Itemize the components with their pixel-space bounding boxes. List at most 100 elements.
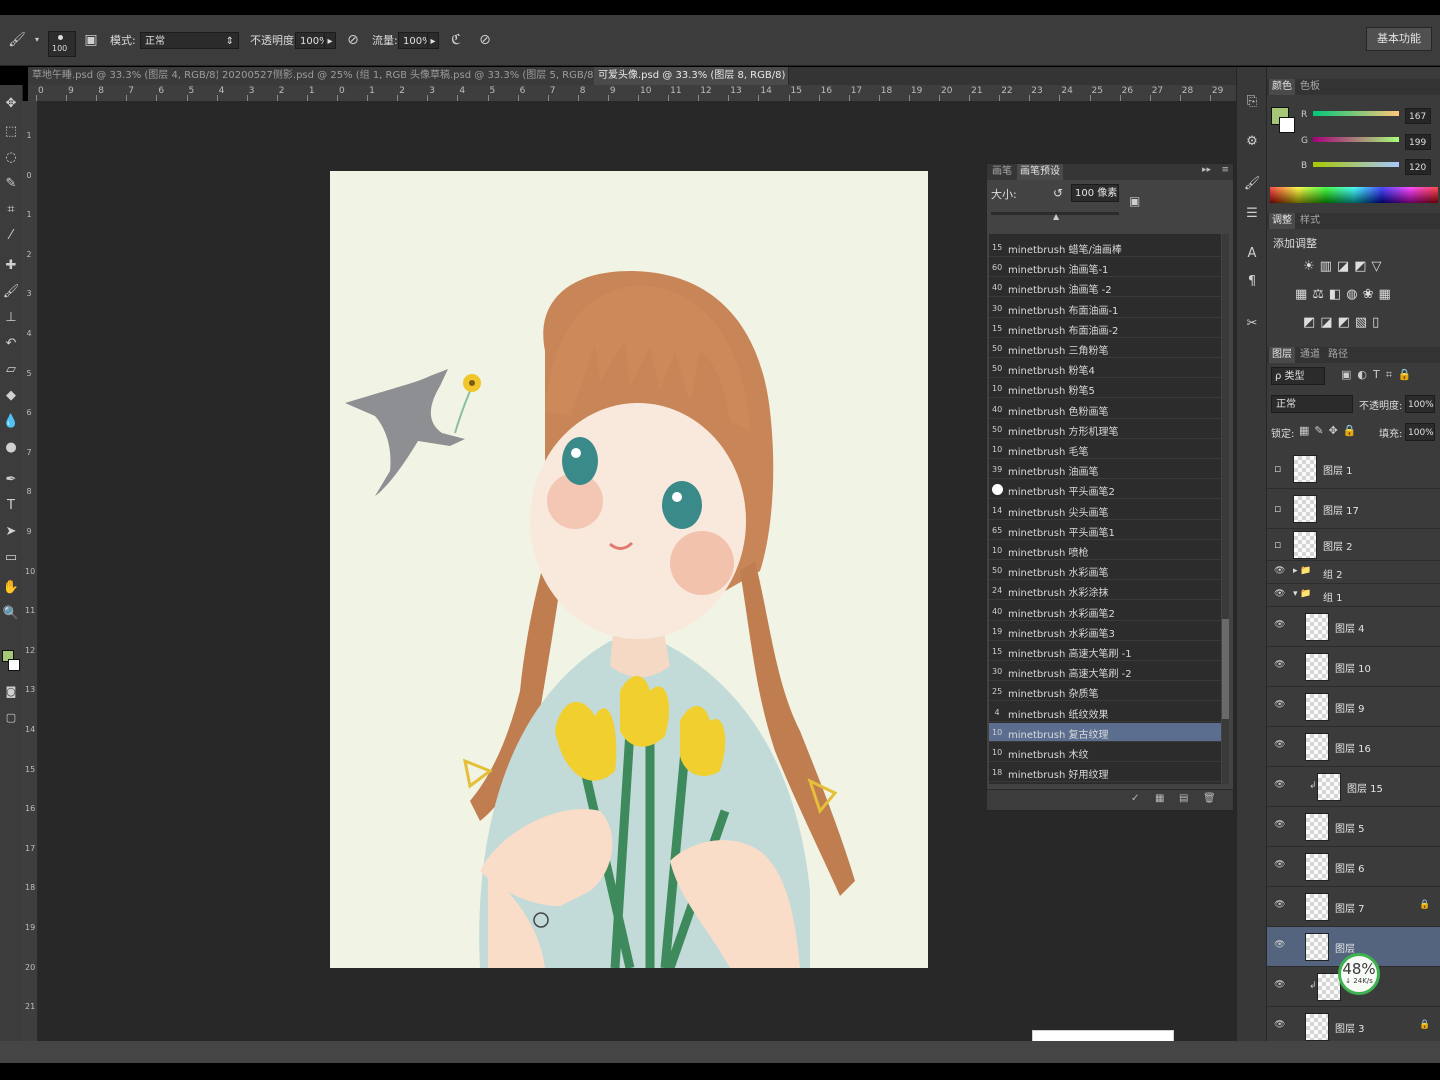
opacity-dropdown[interactable]: ▸	[324, 32, 336, 49]
tab-document-1[interactable]: 草地午睡.psd @ 33.3% (图层 4, RGB/8) * ×	[28, 67, 223, 85]
layer-group-row[interactable]: 👁 ▾ 📁 组 1	[1267, 584, 1440, 607]
tab-brush-presets[interactable]: 画笔预设	[1017, 164, 1063, 180]
pressure-size-icon[interactable]: ⊘	[476, 31, 494, 49]
move-tool-icon[interactable]: ✥	[1, 93, 21, 115]
layer-row[interactable]: 👁 图层 6	[1267, 847, 1440, 887]
screen-mode-icon[interactable]: ▢	[1, 707, 21, 729]
pressure-opacity-icon[interactable]: ⊘	[344, 31, 362, 49]
layer-row[interactable]: 👁 图层 9	[1267, 687, 1440, 727]
brush-preset-item[interactable]: 40 minetbrush 色粉画笔	[989, 400, 1221, 419]
g-slider[interactable]	[1313, 137, 1399, 142]
character-panel-icon[interactable]: A	[1243, 245, 1261, 263]
chevron-down-icon[interactable]: ▾	[28, 31, 46, 49]
path-select-icon[interactable]: ➤	[1, 521, 21, 543]
brush-preset-item[interactable]: 15 minetbrush 布面油画-2	[989, 319, 1221, 338]
brush-preset-item[interactable]: 18 minetbrush 好用纹理	[989, 763, 1221, 783]
layer-row[interactable]: 👁 图层 3 🔒	[1267, 1007, 1440, 1042]
layer-row[interactable]: 👁 图层 4	[1267, 607, 1440, 647]
trash-icon[interactable]: 🗑	[1203, 793, 1216, 804]
eye-icon[interactable]: 👁	[1274, 660, 1285, 670]
pen-tool-icon[interactable]: ✒	[1, 469, 21, 491]
brush-size-picker[interactable]: 100	[48, 31, 76, 57]
type-tool-icon[interactable]: T	[1, 495, 21, 517]
visibility-off-icon[interactable]: ▫	[1274, 462, 1281, 475]
brush-preset-item[interactable]: 15 minetbrush 高速大笔刷 -1	[989, 642, 1221, 661]
brush-preset-item[interactable]: 39 minetbrush 油画笔	[989, 460, 1221, 480]
grid-view-icon[interactable]: ▦	[1155, 793, 1164, 804]
eye-icon[interactable]: 👁	[1274, 900, 1285, 910]
layer-row[interactable]: 👁 图层 10	[1267, 647, 1440, 687]
reset-size-icon[interactable]: ↺	[1053, 186, 1063, 200]
marquee-tool-icon[interactable]: ⬚	[1, 121, 21, 143]
brush-tool-icon[interactable]: 🖌	[8, 31, 26, 49]
eye-icon[interactable]: 👁	[1274, 1020, 1285, 1030]
layer-opacity-field[interactable]: 100%	[1405, 395, 1435, 413]
artboard[interactable]	[330, 171, 928, 968]
brush-preset-item[interactable]: 30 minetbrush 布面油画-1	[989, 299, 1221, 318]
brush-preset-item[interactable]: 4 minetbrush 纸纹效果	[989, 703, 1221, 722]
brush-icon[interactable]: 🖌	[1, 281, 21, 303]
color-panel-background[interactable]	[1279, 117, 1295, 133]
tab-document-2[interactable]: 20200527侧影.psd @ 25% (组 1, RGB/8) ×	[218, 67, 407, 85]
b-slider[interactable]	[1313, 162, 1399, 167]
brush-toggle-icon[interactable]: ✓	[1131, 793, 1139, 804]
eye-icon[interactable]: 👁	[1274, 940, 1285, 950]
new-preset-icon[interactable]: ▤	[1179, 793, 1188, 804]
brush-settings-icon[interactable]: ▣	[1129, 194, 1140, 208]
brush-preset-item[interactable]: 50 minetbrush 粉笔4	[989, 359, 1221, 379]
brush-preset-item[interactable]: 50 minetbrush 三角粉笔	[989, 339, 1221, 358]
brush-preset-item[interactable]: 60 minetbrush 油画笔-1	[989, 258, 1221, 278]
panel-menu-icon[interactable]: ≡	[1221, 165, 1229, 175]
stamp-icon[interactable]: ⊥	[1, 307, 21, 329]
size-slider[interactable]: ▲	[991, 212, 1119, 221]
brush-preset-item[interactable]: 65 minetbrush 平头画笔1	[989, 521, 1221, 540]
airbrush-icon[interactable]: ℭ	[447, 31, 465, 49]
layer-row[interactable]: 👁 ↲ 图层 15	[1267, 767, 1440, 807]
hand-tool-icon[interactable]: ✋	[1, 577, 21, 599]
b-value[interactable]: 120	[1405, 159, 1431, 175]
brush-preset-item[interactable]: 40 minetbrush 水彩画笔2	[989, 602, 1221, 621]
slider-thumb-icon[interactable]: ▲	[1053, 212, 1059, 221]
brush-size-input[interactable]: 100 像素	[1071, 184, 1119, 202]
brush-preset-item[interactable]: 30 minetbrush 高速大笔刷 -2	[989, 662, 1221, 682]
layer-row[interactable]: ▫ 图层 17	[1267, 489, 1440, 529]
paragraph-panel-icon[interactable]: ¶	[1243, 273, 1261, 291]
tab-styles[interactable]: 样式	[1297, 213, 1323, 229]
quick-select-icon[interactable]: ✎	[1, 173, 21, 195]
layer-row[interactable]: ▫ 图层 2	[1267, 529, 1440, 561]
scrollbar-thumb[interactable]	[1222, 619, 1229, 719]
dodge-tool-icon[interactable]: ●	[1, 437, 21, 459]
eye-icon[interactable]: 👁	[1274, 740, 1285, 750]
eye-icon[interactable]: 👁	[1274, 860, 1285, 870]
layer-filter-icons[interactable]: ▣◐T⌗🔒	[1341, 368, 1418, 382]
brush-preset-item[interactable]: 50 minetbrush 方形机理笔	[989, 420, 1221, 439]
collapse-icon[interactable]: ▸▸	[1202, 165, 1211, 175]
healing-brush-icon[interactable]: ✚	[1, 255, 21, 277]
mode-select[interactable]: 正常 ⇕	[140, 32, 239, 49]
brush-preset-item[interactable]: 14 minetbrush 尖头画笔	[989, 501, 1221, 520]
brush-panel-icon[interactable]: 🖌	[1243, 175, 1261, 193]
tab-paths[interactable]: 路径	[1325, 347, 1351, 363]
layer-row[interactable]: ▫ 图层 1	[1267, 449, 1440, 489]
brush-preset-item[interactable]: 10 minetbrush 复古纹理	[989, 722, 1221, 742]
expand-right-icon[interactable]: ▸ 📁	[1293, 566, 1312, 576]
shape-tool-icon[interactable]: ▭	[1, 547, 21, 569]
eye-icon[interactable]: 👁	[1274, 980, 1285, 990]
adjustment-icons-row-3[interactable]: ◩◪◩▧▯	[1303, 315, 1384, 330]
brush-preset-item[interactable]: minetbrush 平头画笔2	[989, 480, 1221, 500]
quick-mask-icon[interactable]: ◙	[1, 681, 21, 703]
layer-row[interactable]: 👁 图层 7 🔒	[1267, 887, 1440, 927]
eye-icon[interactable]: 👁	[1274, 620, 1285, 630]
blur-tool-icon[interactable]: 💧	[1, 411, 21, 433]
adjustment-icons-row-2[interactable]: ▦⚖◧◍❀▦	[1295, 287, 1396, 302]
layer-filter-select[interactable]: ρ 类型	[1271, 367, 1325, 385]
brush-preset-item[interactable]: 19 minetbrush 水彩画笔3	[989, 622, 1221, 641]
eye-icon[interactable]: 👁	[1274, 780, 1285, 790]
tab-adjustments[interactable]: 调整	[1269, 213, 1295, 229]
visibility-off-icon[interactable]: ▫	[1274, 502, 1281, 515]
history-brush-icon[interactable]: ↶	[1, 333, 21, 355]
eye-icon[interactable]: 👁	[1274, 566, 1285, 576]
expand-down-icon[interactable]: ▾ 📁	[1293, 589, 1312, 599]
brush-presets-panel-icon[interactable]: ☰	[1243, 205, 1261, 223]
eraser-icon[interactable]: ▱	[1, 359, 21, 381]
